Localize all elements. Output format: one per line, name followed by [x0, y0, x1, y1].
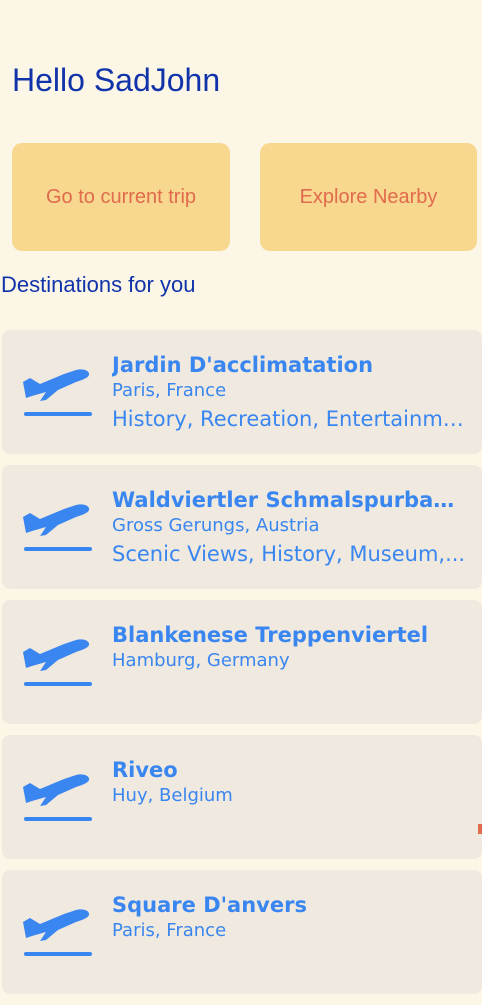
airplane-departure-icon: [23, 639, 92, 686]
destination-tags: History, Recreation, Entertainment: [112, 407, 466, 431]
section-title: Destinations for you: [1, 272, 196, 297]
destination-name: Jardin D'acclimatation: [112, 353, 374, 377]
destination-location: Hamburg, Germany: [112, 650, 290, 671]
destination-card[interactable]: Riveo Huy, Belgium: [2, 735, 482, 859]
destination-list: Jardin D'acclimatation Paris, France His…: [2, 330, 482, 1005]
go-to-current-trip-label: Go to current trip: [45, 185, 197, 208]
destination-name: Waldviertler Schmalspurbahnv...: [112, 488, 466, 512]
destination-name: Square D'anvers: [112, 893, 307, 917]
airplane-departure-icon: [23, 774, 92, 821]
destination-location: Paris, France: [112, 920, 227, 941]
destination-location: Paris, France: [112, 380, 227, 401]
go-to-current-trip-button[interactable]: Go to current trip: [12, 143, 230, 251]
destination-card[interactable]: Blankenese Treppenviertel Hamburg, Germa…: [2, 600, 482, 724]
explore-nearby-label: Explore Nearby: [299, 185, 438, 208]
greeting-title: Hello SadJohn: [12, 62, 221, 98]
destination-name: Blankenese Treppenviertel: [112, 623, 429, 647]
airplane-departure-icon: [23, 369, 92, 416]
airplane-departure-icon: [23, 909, 92, 956]
destination-name: Riveo: [112, 758, 178, 782]
destination-tags: Scenic Views, History, Museum,...: [112, 542, 466, 566]
explore-nearby-button[interactable]: Explore Nearby: [260, 143, 477, 251]
destination-location: Huy, Belgium: [112, 785, 233, 806]
destination-card[interactable]: Jardin D'acclimatation Paris, France His…: [2, 330, 482, 454]
destination-location: Gross Gerungs, Austria: [112, 515, 320, 536]
scroll-indicator: [478, 824, 482, 834]
airplane-departure-icon: [23, 504, 92, 551]
destination-card[interactable]: Square D'anvers Paris, France: [2, 870, 482, 994]
destination-card[interactable]: Waldviertler Schmalspurbahnv... Gross Ge…: [2, 465, 482, 589]
